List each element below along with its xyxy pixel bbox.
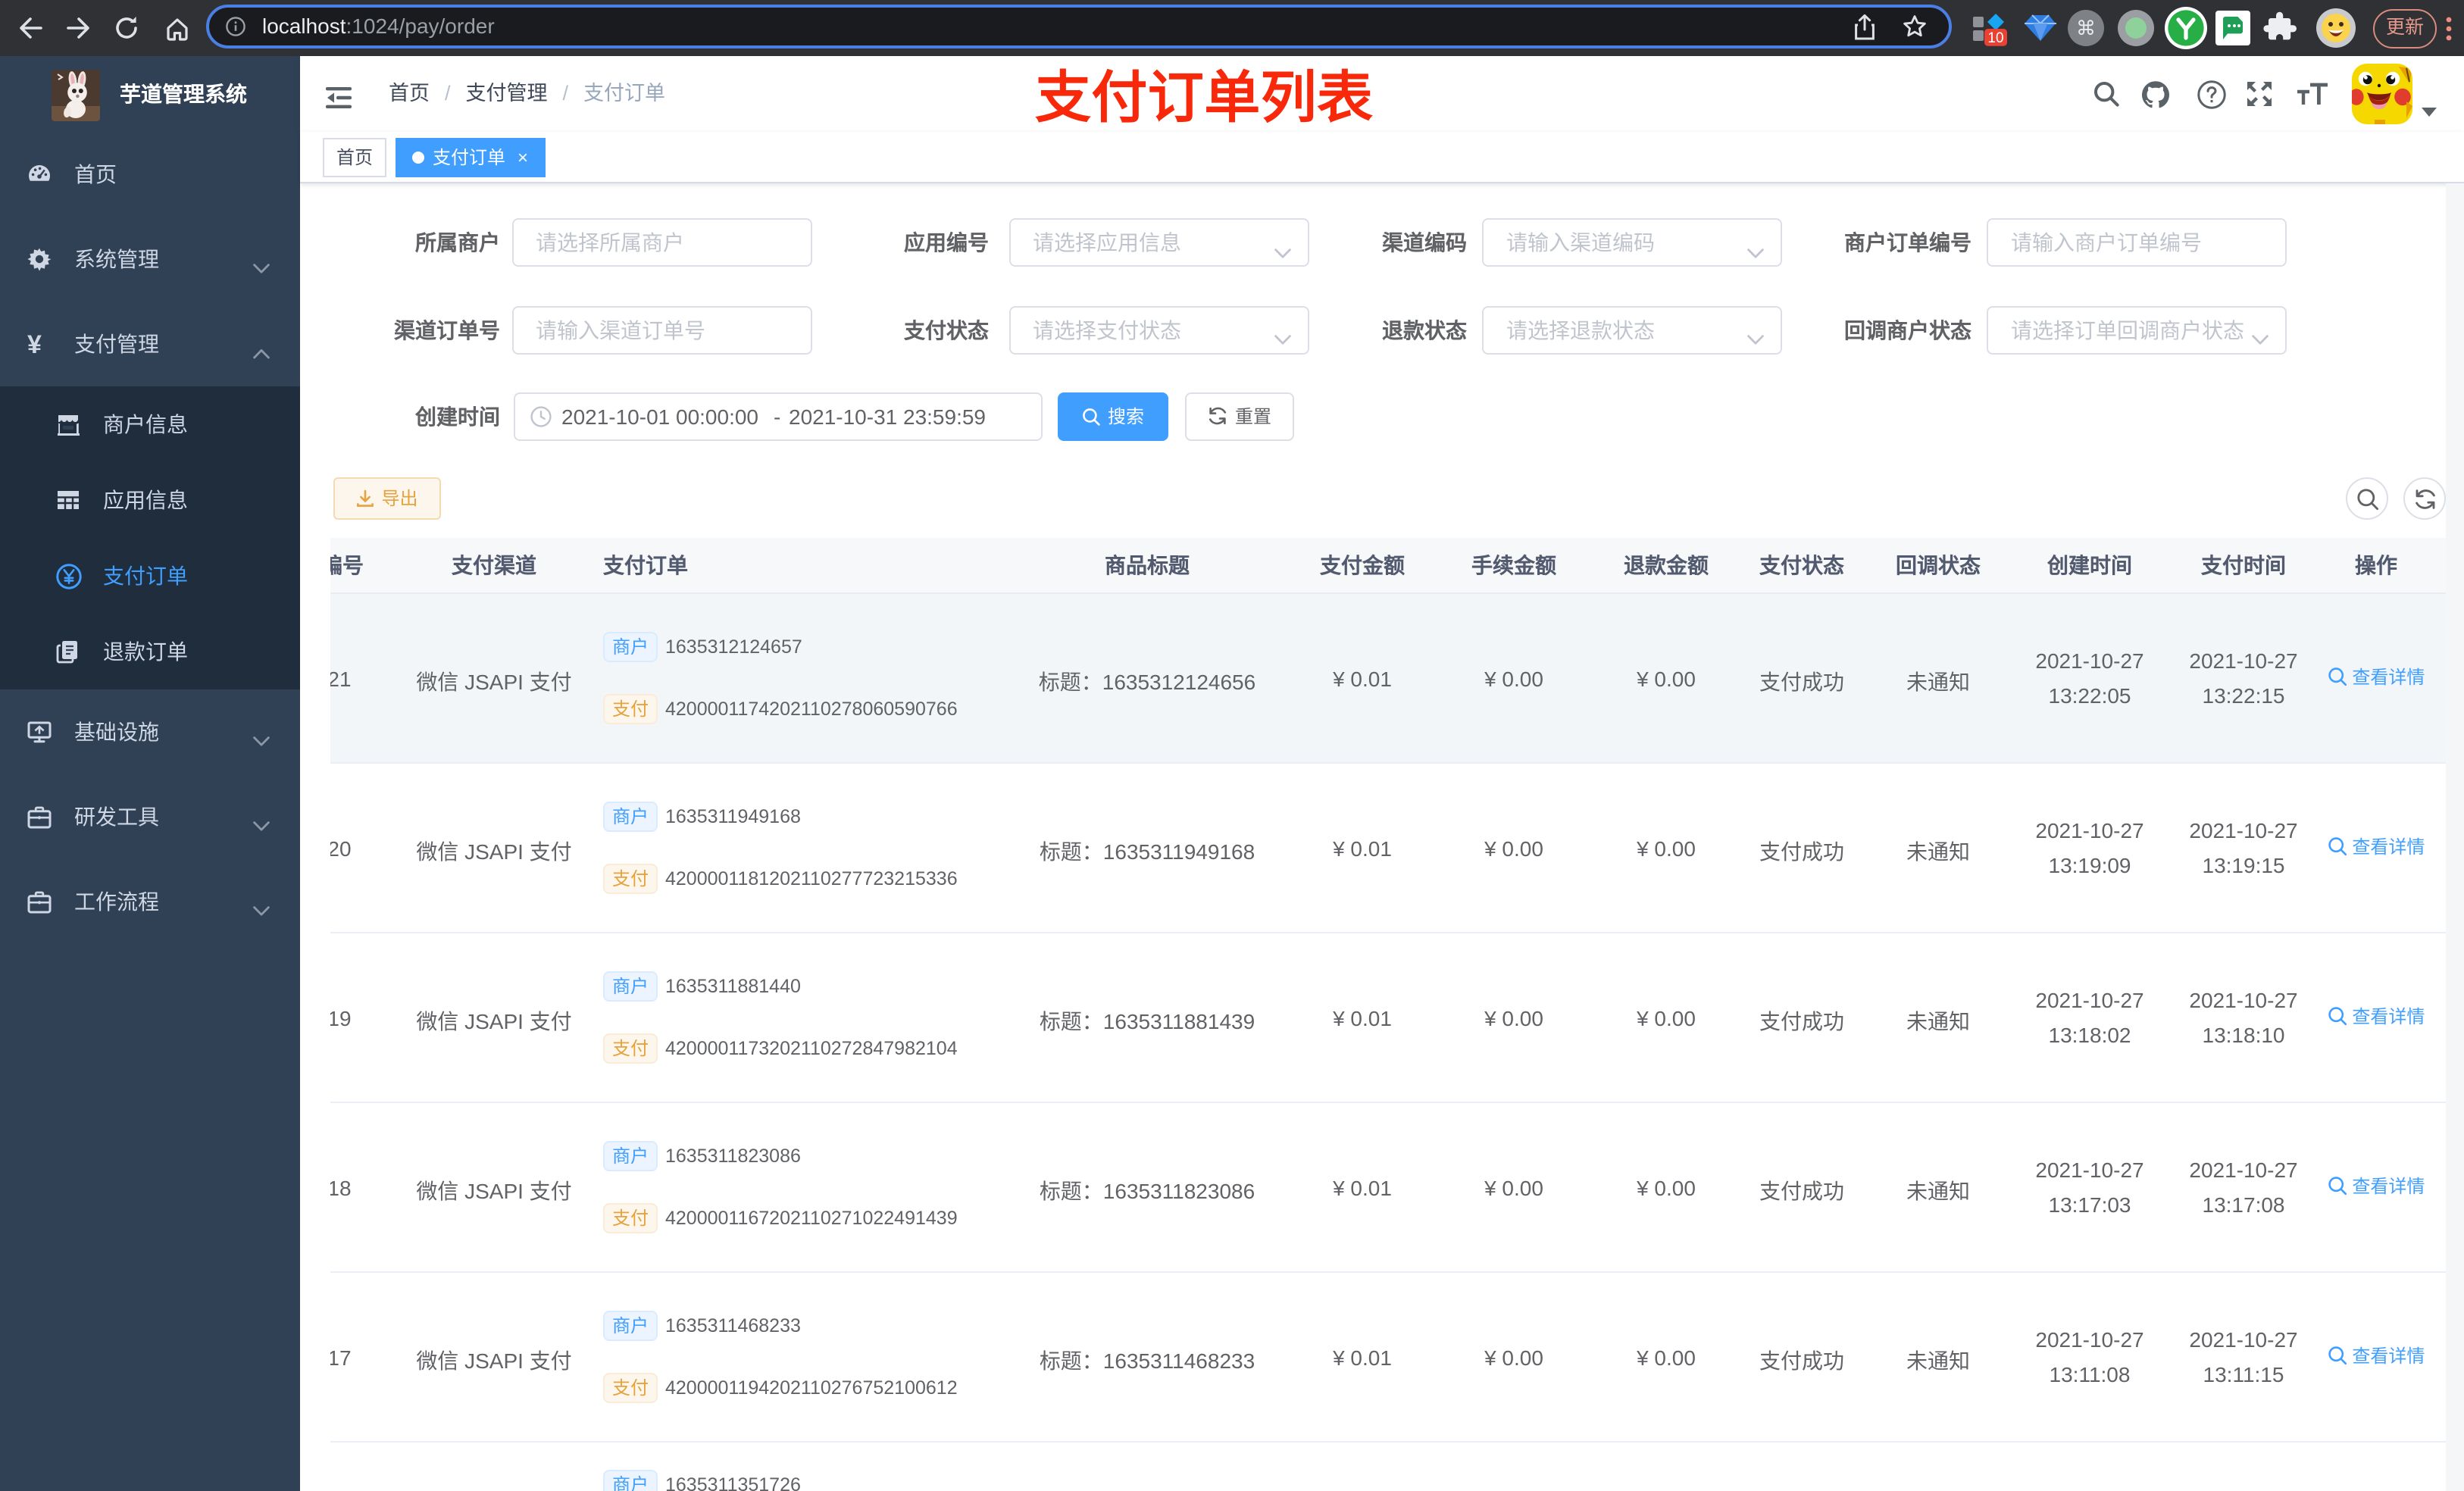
svg-text:⌘: ⌘	[2076, 17, 2096, 39]
svg-text:10: 10	[1987, 30, 2003, 46]
